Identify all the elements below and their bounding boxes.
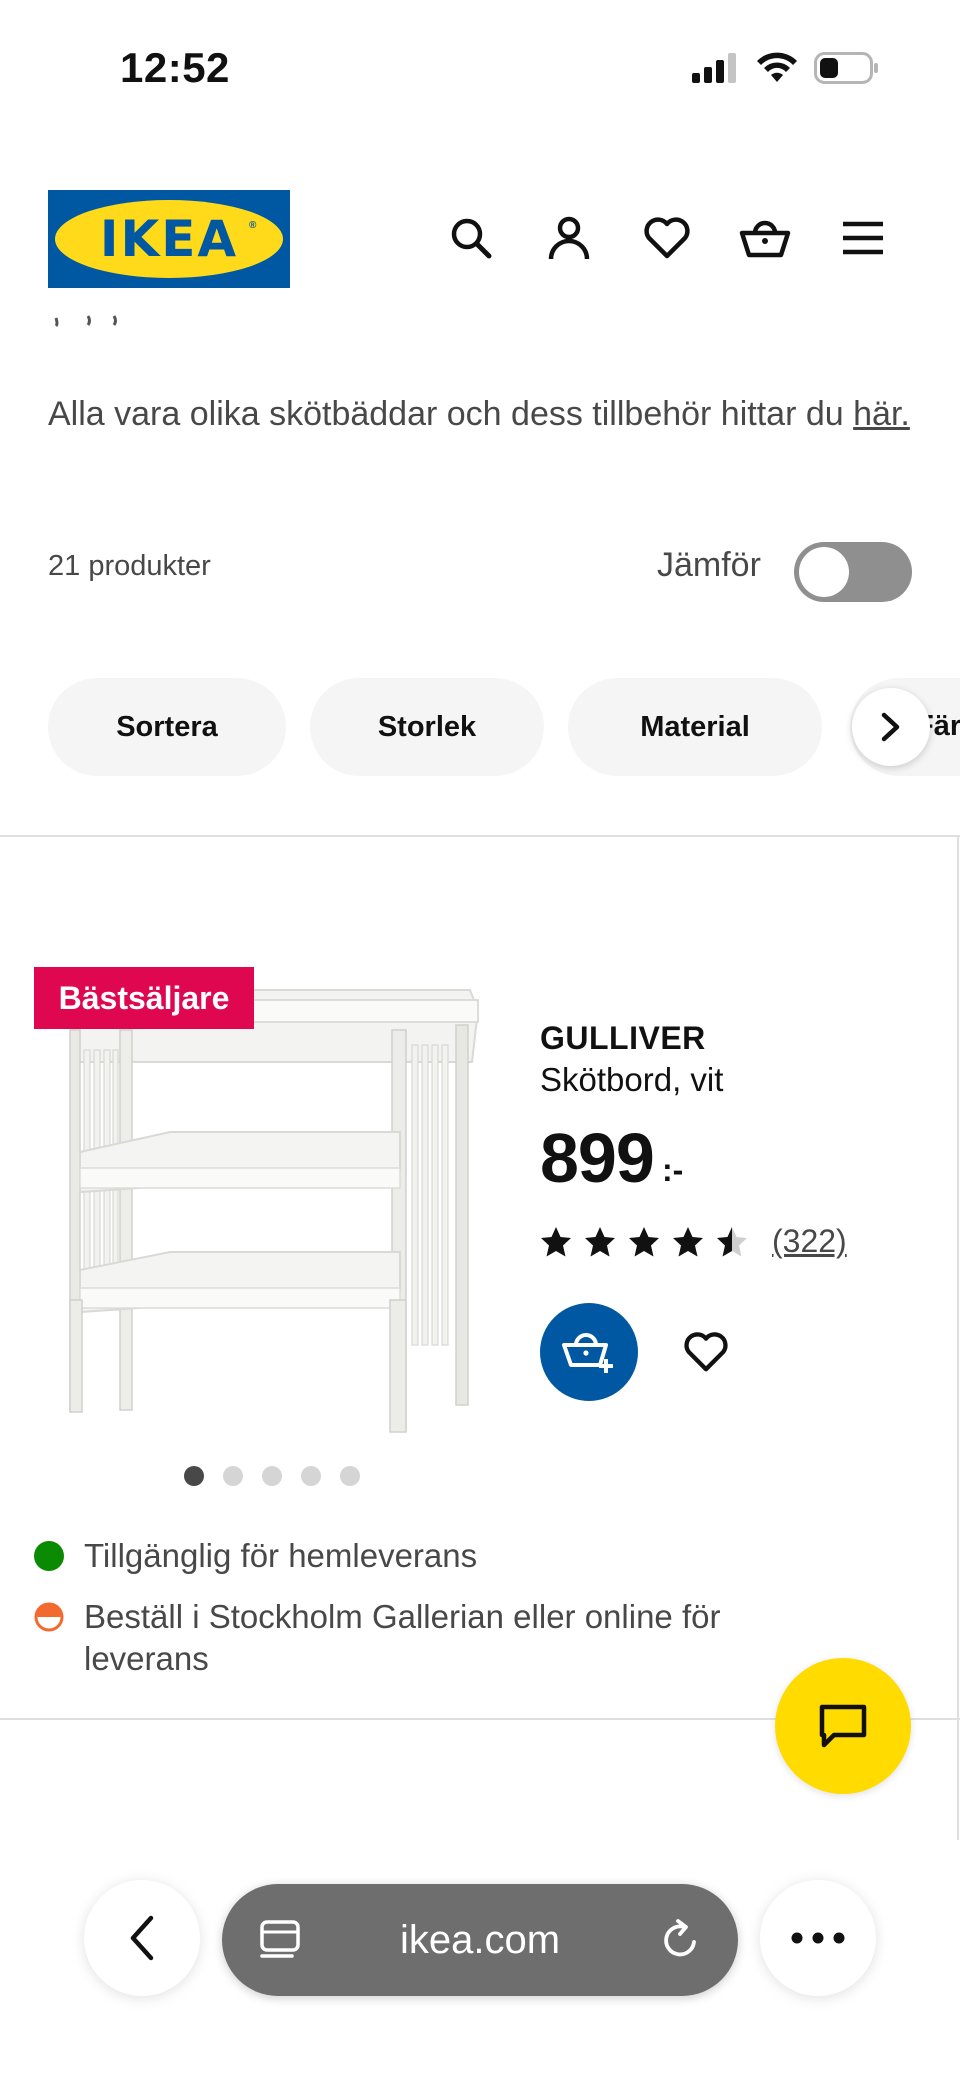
filter-pill-material[interactable]: Material bbox=[568, 678, 822, 776]
star-full-icon bbox=[673, 1227, 703, 1257]
reload-icon[interactable] bbox=[658, 1918, 702, 1962]
image-carousel-dots bbox=[184, 1466, 360, 1486]
availability-store: Beställ i Stockholm Gallerian eller onli… bbox=[34, 1596, 814, 1680]
card-divider-top bbox=[0, 835, 960, 837]
star-full-icon bbox=[585, 1227, 615, 1257]
chevron-right-icon bbox=[881, 712, 900, 742]
filter-bar: Sortera Storlek Material Färg bbox=[0, 678, 960, 776]
heart-icon bbox=[684, 1332, 728, 1372]
filter-scroll-next-button[interactable] bbox=[852, 688, 930, 766]
carousel-dot[interactable] bbox=[262, 1466, 282, 1486]
carousel-dot[interactable] bbox=[301, 1466, 321, 1486]
product-image[interactable] bbox=[60, 970, 490, 1440]
cellular-signal-icon bbox=[692, 53, 736, 83]
add-to-cart-button[interactable] bbox=[540, 1303, 638, 1401]
scrolled-text-fragment bbox=[48, 314, 168, 344]
star-full-icon bbox=[629, 1227, 659, 1257]
product-description: Skötbord, vit bbox=[540, 1061, 724, 1098]
intro-link[interactable]: här. bbox=[853, 395, 910, 433]
availability-home-delivery: Tillgänglig för hemleverans bbox=[34, 1535, 477, 1577]
status-bar: 12:52 bbox=[0, 0, 960, 120]
chevron-left-icon bbox=[130, 1915, 154, 1961]
browser-address-bar[interactable]: ikea.com bbox=[222, 1884, 738, 1996]
star-half-icon bbox=[717, 1227, 747, 1257]
menu-icon[interactable] bbox=[837, 212, 889, 264]
account-icon[interactable] bbox=[543, 212, 595, 264]
search-icon[interactable] bbox=[445, 212, 497, 264]
star-full-icon bbox=[541, 1227, 571, 1257]
rating-stars bbox=[540, 1226, 748, 1258]
intro-text: Alla vara olika skötbäddar och dess till… bbox=[48, 388, 928, 440]
carousel-dot[interactable] bbox=[340, 1466, 360, 1486]
filter-pill-sort[interactable]: Sortera bbox=[48, 678, 286, 776]
status-dot-green-icon bbox=[34, 1541, 64, 1571]
add-to-favourites-button[interactable] bbox=[680, 1326, 732, 1378]
browser-back-button[interactable] bbox=[84, 1880, 200, 1996]
heart-icon[interactable] bbox=[641, 212, 693, 264]
more-dots-icon bbox=[791, 1932, 845, 1944]
add-to-cart-icon bbox=[562, 1333, 613, 1373]
review-count-link[interactable]: (322) bbox=[772, 1223, 847, 1260]
product-name[interactable]: GULLIVER bbox=[540, 1020, 706, 1057]
site-header: IKEA ® bbox=[0, 190, 960, 290]
status-time: 12:52 bbox=[120, 44, 230, 91]
card-divider-right bbox=[957, 835, 959, 1845]
carousel-dot[interactable] bbox=[223, 1466, 243, 1486]
intro-body: Alla vara olika skötbäddar och dess till… bbox=[48, 395, 844, 433]
bestseller-badge: Bästsäljare bbox=[34, 967, 254, 1029]
logo-text: IKEA bbox=[99, 210, 239, 268]
wifi-icon bbox=[757, 52, 797, 82]
browser-toolbar: ikea.com bbox=[0, 1840, 960, 2081]
availability-text: Beställ i Stockholm Gallerian eller onli… bbox=[84, 1598, 721, 1677]
product-count: 21 produkter bbox=[48, 550, 211, 582]
status-dot-partial-icon bbox=[34, 1602, 64, 1632]
chat-icon bbox=[819, 1704, 867, 1748]
status-icons bbox=[692, 52, 880, 84]
compare-toggle[interactable] bbox=[794, 542, 912, 602]
price-suffix: :- bbox=[662, 1152, 684, 1188]
filter-pill-size[interactable]: Storlek bbox=[310, 678, 544, 776]
carousel-dot[interactable] bbox=[184, 1466, 204, 1486]
cart-icon[interactable] bbox=[739, 212, 791, 264]
battery-icon bbox=[814, 52, 878, 84]
chat-button[interactable] bbox=[775, 1658, 911, 1794]
availability-text: Tillgänglig för hemleverans bbox=[84, 1537, 478, 1574]
product-price: 899 bbox=[540, 1119, 655, 1197]
ikea-logo[interactable]: IKEA ® bbox=[48, 190, 290, 288]
registered-mark: ® bbox=[249, 220, 257, 231]
toggle-knob bbox=[799, 547, 849, 597]
browser-more-button[interactable] bbox=[760, 1880, 876, 1996]
compare-label: Jämför bbox=[657, 546, 761, 584]
